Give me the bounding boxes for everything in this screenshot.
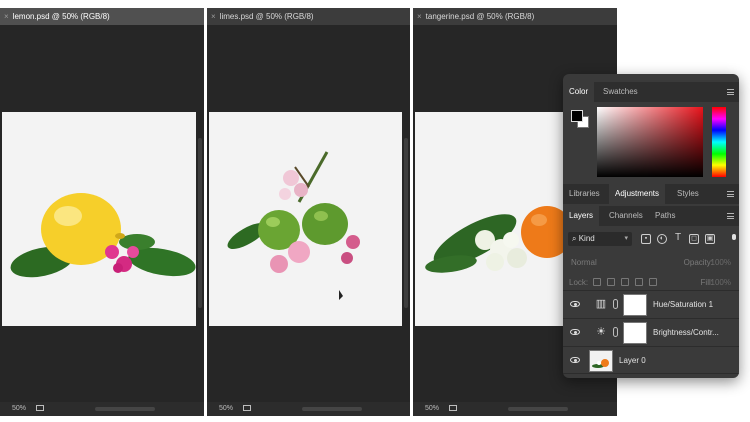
document-tab-label: limes.psd @ 50% (RGB/8) xyxy=(219,12,314,21)
layers-panel-tabs: Layers Channels Paths xyxy=(563,206,739,226)
hue-saturation-icon: ▥ xyxy=(595,298,607,310)
zoom-level[interactable]: 50% xyxy=(425,405,439,412)
eye-icon[interactable] xyxy=(570,357,580,363)
document-window-lemon: × lemon.psd @ 50% (RGB/8) 50% xyxy=(0,8,204,416)
hue-slider[interactable] xyxy=(712,107,726,177)
pixel-filter-icon[interactable]: ▪ xyxy=(641,234,651,244)
panel-menu-icon[interactable] xyxy=(727,191,734,197)
limes-image xyxy=(227,151,360,300)
search-icon: ⌕ xyxy=(572,234,577,243)
close-icon[interactable]: × xyxy=(417,12,422,21)
horizontal-scrollbar[interactable] xyxy=(302,407,362,411)
export-icon[interactable] xyxy=(36,405,45,412)
layer-thumbnail[interactable] xyxy=(589,350,613,372)
layer-mask-thumbnail[interactable] xyxy=(623,322,647,344)
lock-all-icon[interactable] xyxy=(649,278,657,286)
link-icon[interactable] xyxy=(613,327,618,337)
close-icon[interactable]: × xyxy=(4,12,9,21)
tab-layers[interactable]: Layers xyxy=(563,206,600,226)
zoom-level[interactable]: 50% xyxy=(219,405,233,412)
blend-row: Normal Opacity: 100% xyxy=(563,254,739,274)
filter-kind-select[interactable]: ⌕ Kind ▾ xyxy=(568,232,632,246)
export-icon[interactable] xyxy=(449,405,458,412)
status-bar: 50% xyxy=(207,402,410,416)
adjustment-filter-icon[interactable]: ◐ xyxy=(657,234,667,244)
canvas-lemon[interactable] xyxy=(2,112,196,326)
layer-row[interactable]: ▥ Hue/Saturation 1 xyxy=(563,290,739,318)
panel-menu-icon[interactable] xyxy=(727,89,734,95)
fill-value[interactable]: 100% xyxy=(711,278,731,287)
blend-mode-select[interactable]: Normal xyxy=(571,258,597,267)
link-icon[interactable] xyxy=(613,299,618,309)
status-bar: 50% xyxy=(0,402,204,416)
document-tab-label: tangerine.psd @ 50% (RGB/8) xyxy=(425,12,535,21)
opacity-value[interactable]: 100% xyxy=(711,258,731,267)
layer-row[interactable]: Layer 0 xyxy=(563,346,739,374)
vertical-scrollbar[interactable] xyxy=(198,138,202,308)
layer-mask-thumbnail[interactable] xyxy=(623,294,647,316)
close-icon[interactable]: × xyxy=(211,12,216,21)
shape-filter-icon[interactable]: ◻ xyxy=(689,234,699,244)
lock-artboard-icon[interactable] xyxy=(635,278,643,286)
layer-row[interactable]: ☀ Brightness/Contr... xyxy=(563,318,739,346)
color-panel-tabs: Color Swatches xyxy=(563,82,739,102)
layer-filter-row: ⌕ Kind ▾ ▪ ◐ T ◻ ▣ xyxy=(563,230,739,250)
layer-name[interactable]: Brightness/Contr... xyxy=(653,328,719,337)
tab-adjustments[interactable]: Adjustments xyxy=(609,184,666,204)
document-tab-lemon[interactable]: × lemon.psd @ 50% (RGB/8) xyxy=(0,8,204,25)
brightness-contrast-icon: ☀ xyxy=(596,326,606,338)
lock-label: Lock: xyxy=(569,278,589,287)
document-tab-limes[interactable]: × limes.psd @ 50% (RGB/8) xyxy=(207,8,410,25)
adjustments-panel-tabs: Libraries Adjustments Styles xyxy=(563,184,739,204)
type-filter-icon[interactable]: T xyxy=(673,233,683,244)
layer-name[interactable]: Layer 0 xyxy=(619,356,646,365)
tab-swatches[interactable]: Swatches xyxy=(597,82,644,102)
canvas-limes[interactable] xyxy=(209,112,402,326)
photoshop-workspace: × lemon.psd @ 50% (RGB/8) 50% × limes.ps… xyxy=(0,0,750,422)
smart-object-filter-icon[interactable]: ▣ xyxy=(705,234,715,244)
layer-name[interactable]: Hue/Saturation 1 xyxy=(653,300,713,309)
panel-menu-icon[interactable] xyxy=(727,213,734,219)
document-tab-label: lemon.psd @ 50% (RGB/8) xyxy=(12,12,110,21)
tab-color[interactable]: Color xyxy=(563,82,595,102)
tab-paths[interactable]: Paths xyxy=(649,206,681,226)
export-icon[interactable] xyxy=(243,405,252,412)
horizontal-scrollbar[interactable] xyxy=(508,407,568,411)
vertical-scrollbar[interactable] xyxy=(404,138,408,308)
tab-libraries[interactable]: Libraries xyxy=(563,184,606,204)
document-window-limes: × limes.psd @ 50% (RGB/8) 50% xyxy=(207,8,410,416)
opacity-label: Opacity: xyxy=(683,258,713,267)
lock-image-icon[interactable] xyxy=(607,278,615,286)
foreground-color-swatch[interactable] xyxy=(571,110,583,122)
chevron-down-icon: ▾ xyxy=(624,235,628,242)
document-tab-tangerine[interactable]: × tangerine.psd @ 50% (RGB/8) xyxy=(413,8,617,25)
lock-position-icon[interactable] xyxy=(621,278,629,286)
color-picker-field[interactable] xyxy=(597,107,703,177)
horizontal-scrollbar[interactable] xyxy=(95,407,155,411)
tab-styles[interactable]: Styles xyxy=(671,184,705,204)
eye-icon[interactable] xyxy=(570,329,580,335)
filter-kind-value: Kind xyxy=(578,234,595,243)
lock-transparent-icon[interactable] xyxy=(593,278,601,286)
floating-panel: Color Swatches Libraries Adjustments Sty… xyxy=(563,74,739,378)
tab-channels[interactable]: Channels xyxy=(603,206,649,226)
zoom-level[interactable]: 50% xyxy=(12,405,26,412)
status-bar: 50% xyxy=(413,402,617,416)
lemon-image xyxy=(10,193,196,278)
eye-icon[interactable] xyxy=(570,301,580,307)
layer-thumbnail-image xyxy=(592,359,609,368)
